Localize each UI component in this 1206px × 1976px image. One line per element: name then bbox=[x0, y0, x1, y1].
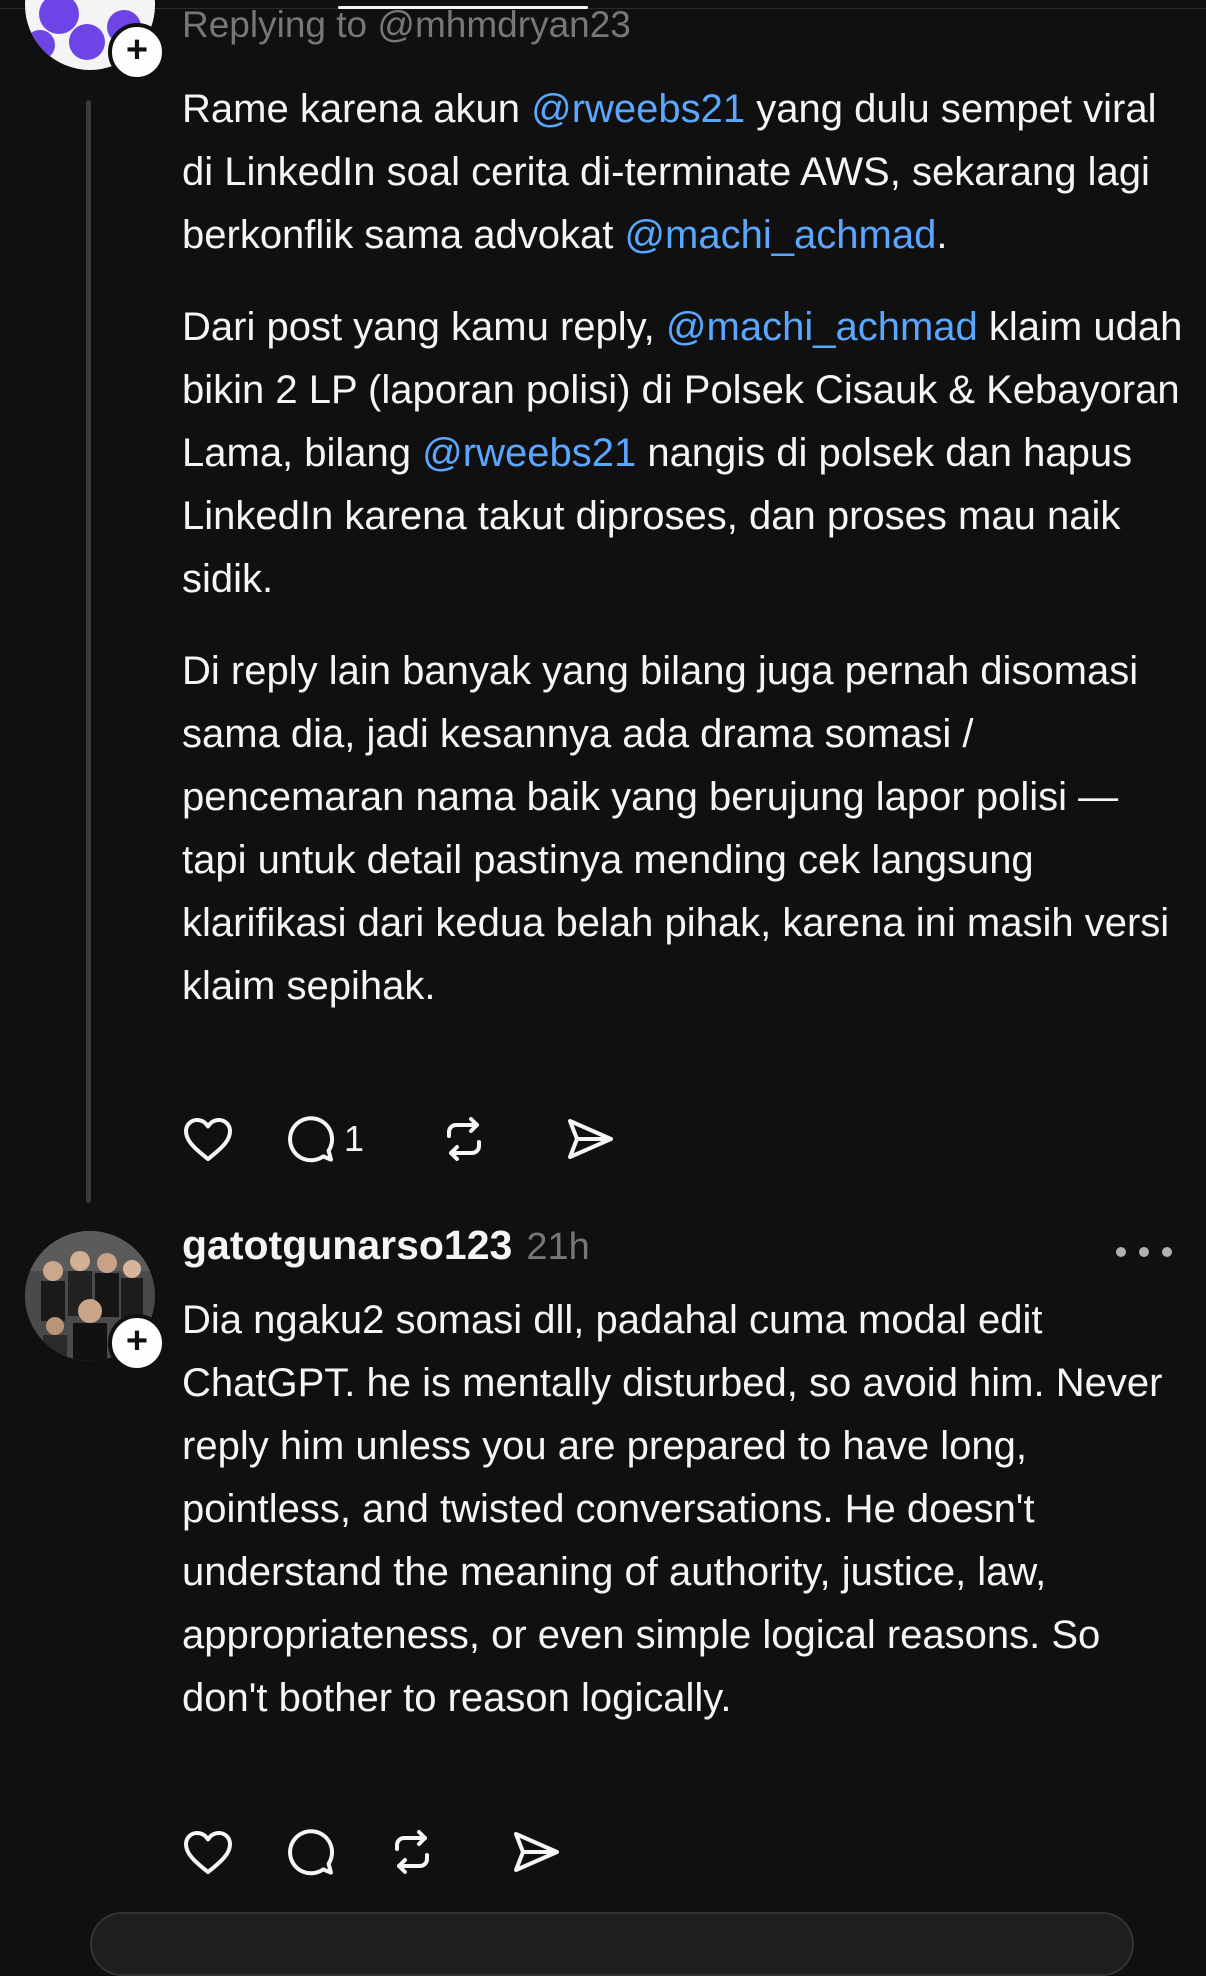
mention-link[interactable]: @rweebs21 bbox=[531, 87, 745, 131]
mention-link[interactable]: @machi_achmad bbox=[624, 213, 936, 257]
thread-line bbox=[86, 100, 91, 1203]
share-button[interactable] bbox=[564, 1114, 624, 1164]
send-icon bbox=[568, 1119, 613, 1159]
username[interactable]: gatotgunarso123 bbox=[182, 1222, 512, 1269]
repost-button[interactable] bbox=[438, 1114, 564, 1164]
reply-button[interactable]: 1 bbox=[284, 1114, 438, 1164]
replying-to-label[interactable]: Replying to @mhmdryan23 bbox=[182, 4, 631, 46]
text-segment: Rame karena akun bbox=[182, 87, 532, 131]
share-button[interactable] bbox=[510, 1827, 570, 1877]
reply-button[interactable] bbox=[284, 1827, 386, 1877]
heart-icon bbox=[184, 1118, 232, 1161]
post-paragraph: Di reply lain banyak yang bilang juga pe… bbox=[182, 640, 1187, 1018]
like-button[interactable] bbox=[182, 1827, 284, 1877]
reply-count: 1 bbox=[344, 1118, 365, 1159]
heart-icon bbox=[184, 1831, 232, 1874]
post-actions bbox=[182, 1822, 570, 1882]
post-text: Rame karena akun @rweebs21 yang dulu sem… bbox=[182, 78, 1187, 1018]
mention-link[interactable]: @machi_achmad bbox=[666, 305, 978, 349]
follow-plus-icon[interactable]: + bbox=[108, 1314, 166, 1372]
send-icon bbox=[514, 1832, 559, 1872]
post-header: gatotgunarso123 21h bbox=[182, 1222, 590, 1282]
text-segment: . bbox=[936, 213, 948, 257]
text-segment: Di reply lain banyak yang bilang juga pe… bbox=[182, 649, 1170, 1008]
text-segment: Dari post yang kamu reply, bbox=[182, 305, 666, 349]
post-paragraph: Dari post yang kamu reply, @machi_achmad… bbox=[182, 296, 1187, 611]
timestamp: 21h bbox=[526, 1226, 590, 1268]
comment-icon bbox=[288, 1116, 335, 1163]
more-icon[interactable] bbox=[1116, 1237, 1172, 1267]
next-post-preview[interactable] bbox=[90, 1912, 1134, 1976]
comment-icon bbox=[288, 1829, 335, 1876]
mention-link[interactable]: @rweebs21 bbox=[422, 431, 636, 475]
repost-icon bbox=[447, 1117, 481, 1161]
post-actions: 1 bbox=[182, 1109, 624, 1169]
repost-icon bbox=[395, 1830, 429, 1874]
repost-button[interactable] bbox=[386, 1827, 510, 1877]
like-button[interactable] bbox=[182, 1114, 284, 1164]
post-text: Dia ngaku2 somasi dll, padahal cuma moda… bbox=[182, 1298, 1163, 1720]
follow-plus-icon[interactable]: + bbox=[108, 23, 166, 81]
post-paragraph: Rame karena akun @rweebs21 yang dulu sem… bbox=[182, 78, 1187, 267]
